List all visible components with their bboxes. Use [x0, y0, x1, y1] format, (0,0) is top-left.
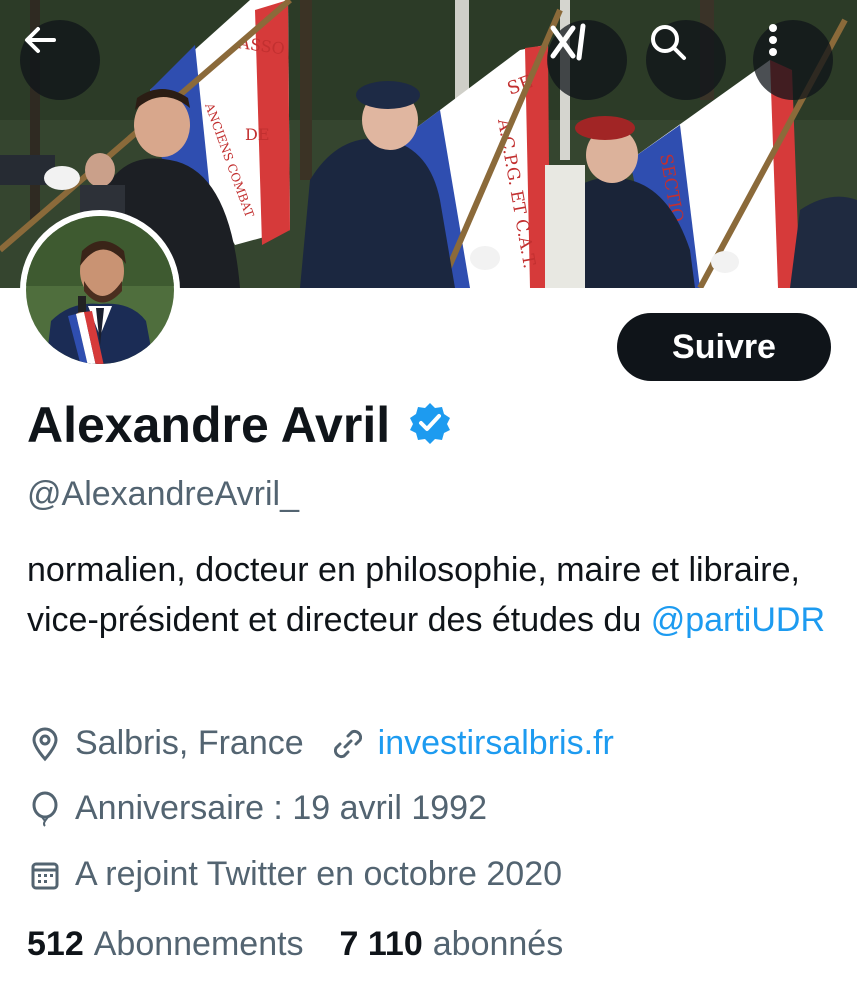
following-stat[interactable]: 512 Abonnements — [27, 925, 304, 964]
grok-icon — [550, 23, 586, 61]
more-vertical-icon — [769, 24, 777, 56]
profile-birthday: Anniversaire : 19 avril 1992 — [75, 789, 488, 827]
profile-handle: @AlexandreAvril_ — [27, 475, 300, 513]
verified-badge-icon[interactable] — [408, 401, 452, 449]
banner-flag-left-text-2: DE — [245, 125, 270, 144]
profile-name: Alexandre Avril — [27, 397, 391, 453]
avatar[interactable] — [20, 210, 180, 370]
location-website-row: Salbris, France investirsalbris.fr — [27, 724, 614, 763]
grok-button[interactable] — [547, 20, 627, 100]
followers-label: abonnés — [432, 925, 564, 963]
back-button[interactable] — [20, 20, 100, 100]
calendar-icon — [27, 857, 63, 893]
following-count: 512 — [27, 925, 84, 963]
arrow-left-icon — [25, 27, 56, 53]
balloon-icon — [27, 791, 63, 827]
followers-count: 7 110 — [339, 925, 423, 963]
joined-row: A rejoint Twitter en octobre 2020 — [27, 855, 562, 894]
avatar-image — [26, 216, 174, 364]
profile-location: Salbris, France — [75, 724, 304, 762]
bio-mention-link[interactable]: @partiUDR — [651, 601, 825, 639]
location-pin-icon — [27, 726, 63, 762]
birthday-row: Anniversaire : 19 avril 1992 — [27, 789, 487, 828]
following-label: Abonnements — [93, 925, 304, 963]
search-button[interactable] — [646, 20, 726, 100]
link-icon — [330, 726, 366, 762]
profile-website-link[interactable]: investirsalbris.fr — [378, 724, 614, 763]
followers-stat[interactable]: 7 110 abonnés — [340, 925, 564, 964]
follow-stats: 512 Abonnements 7 110 abonnés — [27, 925, 563, 964]
more-button[interactable] — [753, 20, 833, 100]
profile-name-row: Alexandre Avril — [27, 396, 452, 454]
search-icon — [651, 25, 686, 60]
follow-button[interactable]: Suivre — [617, 313, 831, 381]
profile-joined-date: A rejoint Twitter en octobre 2020 — [75, 855, 563, 893]
profile-bio: normalien, docteur en philosophie, maire… — [27, 545, 827, 645]
